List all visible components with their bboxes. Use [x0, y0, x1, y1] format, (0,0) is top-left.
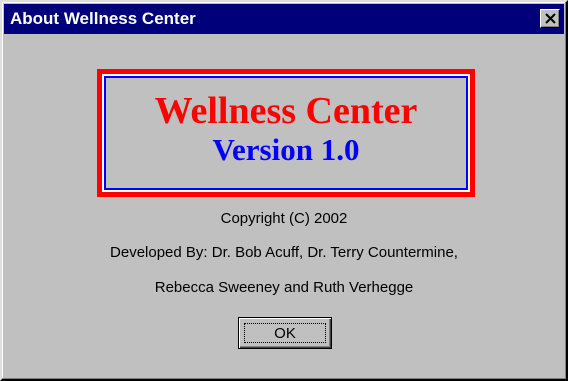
- close-button[interactable]: [540, 9, 560, 28]
- ok-button-label: OK: [244, 323, 326, 343]
- app-name: Wellness Center: [154, 90, 418, 132]
- logo-frame: Wellness Center Version 1.0: [97, 69, 475, 197]
- about-dialog: About Wellness Center Wellness Center Ve…: [0, 0, 568, 381]
- window-title: About Wellness Center: [10, 9, 196, 28]
- app-version: Version 1.0: [212, 132, 360, 167]
- logo-panel: Wellness Center Version 1.0: [104, 76, 468, 190]
- title-bar[interactable]: About Wellness Center: [4, 4, 564, 34]
- developers-text-1: Developed By: Dr. Bob Acuff, Dr. Terry C…: [110, 244, 458, 261]
- copyright-text: Copyright (C) 2002: [220, 210, 348, 227]
- close-icon: [545, 13, 556, 24]
- ok-button[interactable]: OK: [238, 317, 332, 349]
- developers-text-2: Rebecca Sweeney and Ruth Verhegge: [154, 279, 414, 296]
